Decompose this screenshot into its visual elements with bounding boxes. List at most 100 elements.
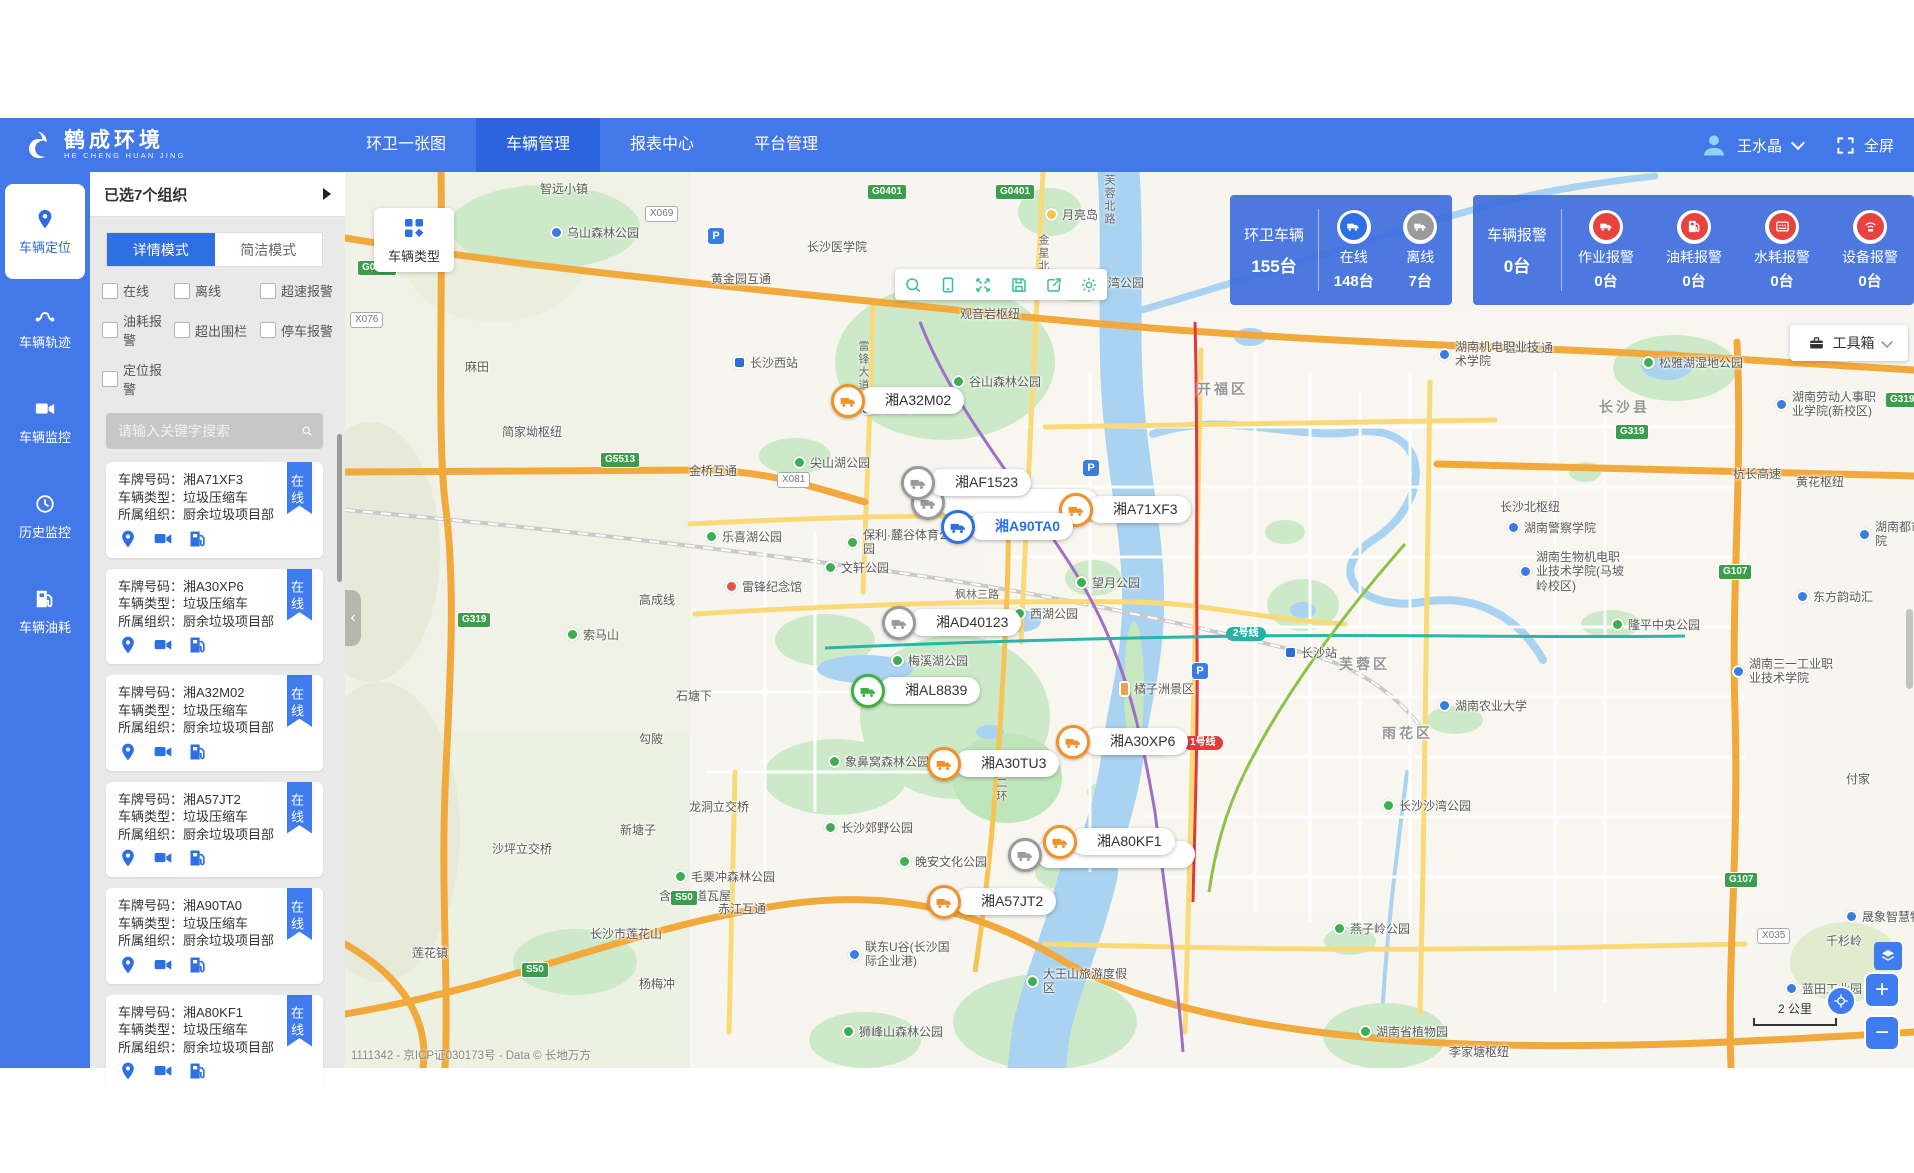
vehicle-marker-circle[interactable] xyxy=(882,606,916,640)
monitor-vehicle-icon[interactable] xyxy=(153,635,173,655)
search-icon[interactable] xyxy=(301,422,313,440)
user-name[interactable]: 王水晶 xyxy=(1737,135,1782,156)
rail-item[interactable]: 历史监控 xyxy=(0,469,90,564)
vehicle-marker-circle[interactable] xyxy=(851,674,885,708)
nav-menu-item[interactable]: 环卫一张图 xyxy=(336,118,476,172)
locate-vehicle-icon[interactable] xyxy=(118,955,138,975)
vehicle-marker-circle[interactable] xyxy=(1008,838,1042,872)
monitor-vehicle-icon[interactable] xyxy=(153,742,173,762)
checkbox-icon[interactable] xyxy=(102,322,118,338)
nav-menu-item[interactable]: 平台管理 xyxy=(724,118,848,172)
vehicle-marker-circle[interactable] xyxy=(831,384,865,418)
vehicle-marker-circle[interactable] xyxy=(927,885,961,919)
locate-vehicle-icon[interactable] xyxy=(118,635,138,655)
map-tool-icon[interactable] xyxy=(974,276,992,294)
nav-menu-item[interactable]: 车辆管理 xyxy=(476,118,600,172)
brand-logo[interactable]: 鹤成环境 HE CHENG HUAN JING xyxy=(0,127,251,163)
rail-item[interactable]: 车辆油耗 xyxy=(0,564,90,659)
vehicle-card[interactable]: 车牌号码：湘A71XF3 车辆类型：垃圾压缩车 所属组织：厨余垃圾项目部 在线 xyxy=(106,462,323,558)
vehicle-marker-label[interactable]: 湘A80KF1 xyxy=(1071,828,1175,855)
vehicle-card[interactable]: 车牌号码：湘A32M02 车辆类型：垃圾压缩车 所属组织：厨余垃圾项目部 在线 xyxy=(106,675,323,771)
filter-checkbox[interactable]: 超出围栏 xyxy=(174,311,260,349)
filter-checkbox[interactable]: 油耗报警 xyxy=(102,311,174,349)
checkbox-icon[interactable] xyxy=(102,283,118,299)
vehicle-marker-label[interactable]: 湘A57JT2 xyxy=(955,888,1056,915)
fuel-vehicle-icon[interactable] xyxy=(188,635,208,655)
rail-item[interactable]: 车辆轨迹 xyxy=(0,279,90,374)
fuel-vehicle-icon[interactable] xyxy=(188,1061,208,1081)
fullscreen-label[interactable]: 全屏 xyxy=(1864,135,1894,156)
filter-checkbox[interactable]: 离线 xyxy=(174,281,260,300)
alarm-stat[interactable]: 作业报警 0台 xyxy=(1578,210,1634,291)
fuel-vehicle-icon[interactable] xyxy=(188,955,208,975)
vehicle-card[interactable]: 车牌号码：湘A30XP6 车辆类型：垃圾压缩车 所属组织：厨余垃圾项目部 在线 xyxy=(106,569,323,665)
locate-vehicle-icon[interactable] xyxy=(118,529,138,549)
nav-menu-item[interactable]: 报表中心 xyxy=(600,118,724,172)
collapse-panel-handle[interactable] xyxy=(345,590,361,646)
vehicle-marker-label[interactable]: 湘A30TU3 xyxy=(955,750,1059,777)
mode-tab[interactable]: 详情模式 xyxy=(107,233,215,266)
checkbox-icon[interactable] xyxy=(174,322,190,338)
vehicle-marker-label[interactable]: 湘A30XP6 xyxy=(1084,728,1188,755)
filter-checkbox[interactable]: 定位报警 xyxy=(102,360,174,398)
vehicle-marker-circle[interactable] xyxy=(941,510,975,544)
rail-item[interactable]: 车辆监控 xyxy=(0,374,90,469)
alarm-stat[interactable]: 油耗报警 0台 xyxy=(1666,210,1722,291)
vehicle-marker-circle[interactable] xyxy=(1056,725,1090,759)
filter-checkbox[interactable]: 停车报警 xyxy=(260,311,339,349)
search-input[interactable] xyxy=(116,422,301,440)
locate-vehicle-icon[interactable] xyxy=(118,848,138,868)
vehicle-marker-label[interactable]: 湘A71XF3 xyxy=(1087,496,1191,523)
mode-tab[interactable]: 简洁模式 xyxy=(215,233,323,266)
monitor-vehicle-icon[interactable] xyxy=(153,955,173,975)
map-tool-icon[interactable] xyxy=(1010,276,1028,294)
page-scrollbar-thumb[interactable] xyxy=(1906,609,1913,689)
checkbox-icon[interactable] xyxy=(260,322,276,338)
vehicle-card[interactable]: 车牌号码：湘A90TA0 车辆类型：垃圾压缩车 所属组织：厨余垃圾项目部 在线 xyxy=(106,888,323,984)
map-canvas[interactable]: 智远小镇 乌山森林公园 长沙医学院 月亮岛 银星湾公园 xyxy=(345,172,1914,1068)
chevron-down-icon[interactable] xyxy=(1791,136,1805,150)
rail-item[interactable]: 车辆定位 xyxy=(5,184,85,279)
user-avatar-icon[interactable] xyxy=(1700,131,1728,159)
alarm-stat[interactable]: 水耗报警 0台 xyxy=(1754,210,1810,291)
locate-vehicle-icon[interactable] xyxy=(118,742,138,762)
vehicle-type-button[interactable]: 车辆类型 xyxy=(374,208,454,272)
map-tool-icon[interactable] xyxy=(1045,276,1063,294)
filter-checkbox[interactable]: 在线 xyxy=(102,281,174,300)
locate-button[interactable] xyxy=(1826,986,1856,1016)
vehicle-card[interactable]: 车牌号码：湘A80KF1 车辆类型：垃圾压缩车 所属组织：厨余垃圾项目部 在线 xyxy=(106,995,323,1088)
fuel-vehicle-icon[interactable] xyxy=(188,742,208,762)
monitor-vehicle-icon[interactable] xyxy=(153,529,173,549)
map-tool-icon[interactable] xyxy=(1080,276,1098,294)
toolbox-button[interactable]: 工具箱 xyxy=(1790,325,1908,361)
checkbox-icon[interactable] xyxy=(102,371,118,387)
fuel-vehicle-icon[interactable] xyxy=(188,848,208,868)
panel-scrollbar[interactable] xyxy=(337,434,342,582)
monitor-vehicle-icon[interactable] xyxy=(153,848,173,868)
vehicle-marker-circle[interactable] xyxy=(1043,825,1077,859)
vehicle-marker-label[interactable]: 湘AD40123 xyxy=(910,609,1021,636)
checkbox-icon[interactable] xyxy=(260,283,276,299)
filter-checkbox[interactable]: 超速报警 xyxy=(260,281,339,300)
locate-vehicle-icon[interactable] xyxy=(118,1061,138,1081)
vehicle-marker-label[interactable]: 湘A32M02 xyxy=(859,387,964,414)
map-tool-icon[interactable] xyxy=(939,276,957,294)
zoom-in-button[interactable]: + xyxy=(1864,972,1900,1008)
offline-stat[interactable]: 离线 7台 xyxy=(1403,210,1437,291)
layers-button[interactable] xyxy=(1874,942,1902,970)
fuel-vehicle-icon[interactable] xyxy=(188,529,208,549)
map-tool-icon[interactable] xyxy=(904,276,922,294)
vehicle-marker-label[interactable]: 湘AF1523 xyxy=(929,469,1031,496)
online-stat[interactable]: 在线 148台 xyxy=(1334,210,1374,291)
checkbox-icon[interactable] xyxy=(174,283,190,299)
expand-right-icon[interactable] xyxy=(323,188,331,200)
fullscreen-icon[interactable] xyxy=(1836,136,1855,155)
vehicle-card[interactable]: 车牌号码：湘A57JT2 车辆类型：垃圾压缩车 所属组织：厨余垃圾项目部 在线 xyxy=(106,782,323,878)
vehicle-marker-label[interactable]: 湘AL8839 xyxy=(879,677,980,704)
alarm-stat[interactable]: 设备报警 0台 xyxy=(1842,210,1898,291)
monitor-vehicle-icon[interactable] xyxy=(153,1061,173,1081)
vehicle-marker-label[interactable]: 湘A90TA0 xyxy=(969,513,1073,540)
vehicle-marker-circle[interactable] xyxy=(927,747,961,781)
zoom-out-button[interactable]: − xyxy=(1864,1015,1900,1051)
vehicle-marker-circle[interactable] xyxy=(901,466,935,500)
